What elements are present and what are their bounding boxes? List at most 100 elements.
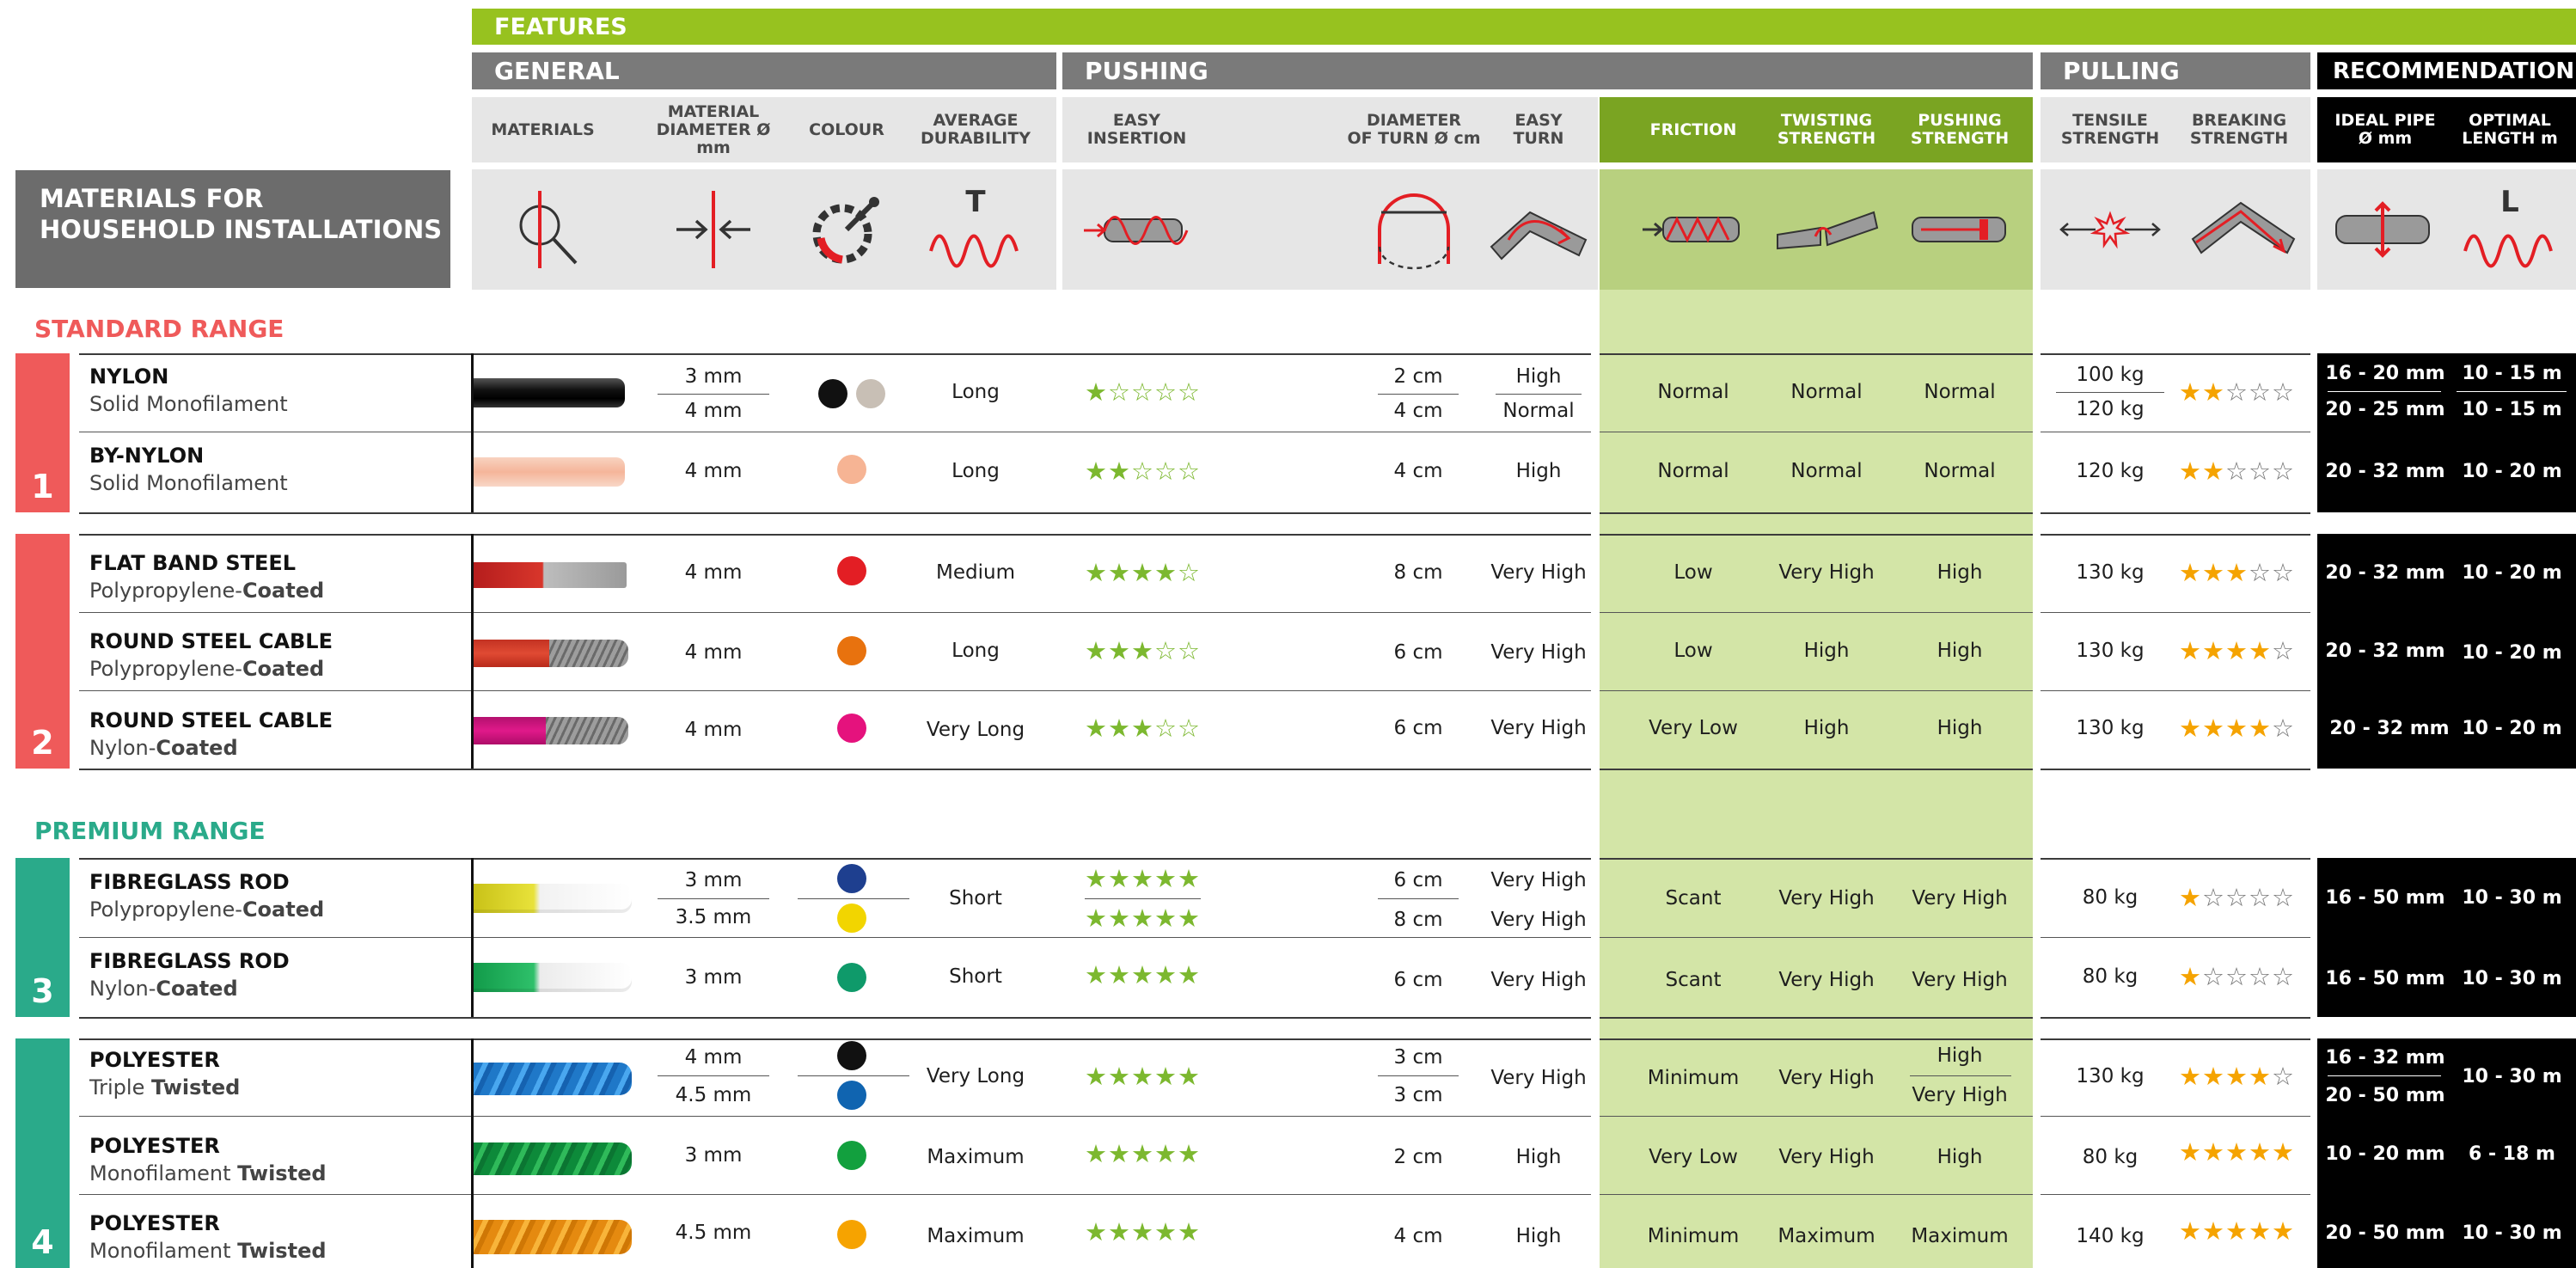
optimal-length-value: 10 - 20 m: [2462, 561, 2562, 584]
star-filled-icon: ★: [2202, 1062, 2225, 1091]
star-filled-icon: ★: [2249, 1216, 2272, 1246]
friction-value: Very Low: [1649, 717, 1738, 739]
star-filled-icon: ★: [1131, 636, 1154, 665]
durability-value: Long: [951, 460, 1000, 482]
star-empty-icon: ☆: [1178, 714, 1201, 743]
durability-wave-icon: T: [920, 169, 1031, 290]
insertion-stars: ★ ★ ★ ★ ☆: [1085, 555, 1201, 590]
star-empty-icon: ☆: [2272, 456, 2295, 486]
star-filled-icon: ★: [2202, 636, 2225, 665]
insertion-stars: ★ ★ ★ ★ ★: [1085, 1215, 1201, 1249]
friction-pipe-icon: [1637, 169, 1749, 290]
material-sub: Polypropylene-Coated: [89, 897, 325, 922]
easy-turn-value: Very High: [1490, 969, 1587, 991]
breaking-stars: ★ ☆ ☆ ☆ ☆: [2179, 959, 2295, 994]
tensile-value: 130 kg: [2076, 640, 2145, 662]
easy-turn-value: Very High: [1490, 1067, 1587, 1089]
star-filled-icon: ★: [2202, 1216, 2225, 1246]
star-empty-icon: ☆: [2249, 558, 2272, 587]
material-name: POLYESTER: [89, 1048, 220, 1072]
star-filled-icon: ★: [1085, 377, 1108, 407]
turn-value: 3 cm: [1393, 1046, 1443, 1069]
star-filled-icon: ★: [1178, 960, 1201, 989]
ideal-pipe-value: 20 - 32 mm: [2325, 460, 2445, 482]
optimal-length-value: 10 - 30 m: [2462, 967, 2562, 989]
twisting-value: Normal: [1790, 460, 1863, 482]
star-filled-icon: ★: [1131, 558, 1154, 587]
breaking-stars: ★ ★ ★ ★ ☆: [2179, 634, 2295, 668]
breaking-stars: ★ ★ ★ ★ ★: [2179, 1214, 2295, 1248]
pushing-strength-band: [1600, 290, 2033, 1268]
easy-turn-value: High: [1515, 460, 1562, 482]
star-empty-icon: ☆: [2272, 377, 2295, 407]
durability-value: Short: [949, 887, 1002, 910]
star-filled-icon: ★: [1085, 904, 1108, 933]
friction-value: Minimum: [1647, 1225, 1740, 1247]
diameter-value: 3 mm: [684, 966, 743, 989]
star-filled-icon: ★: [2179, 1216, 2202, 1246]
pushing-pipe-icon: [1904, 169, 2016, 290]
polymono1-swatch: [474, 1142, 632, 1175]
star-filled-icon: ★: [1085, 1062, 1108, 1091]
star-filled-icon: ★: [1085, 636, 1108, 665]
star-filled-icon: ★: [1108, 558, 1131, 587]
star-filled-icon: ★: [1085, 558, 1108, 587]
pushing-value: High: [1937, 561, 1983, 584]
turn-value: 4 cm: [1393, 460, 1443, 482]
bynylon-swatch: [474, 457, 625, 487]
tensile-value: 120 kg: [2076, 398, 2145, 420]
turn-value: 6 cm: [1393, 717, 1443, 739]
colour-dot-green: [837, 963, 866, 992]
star-filled-icon: ★: [2272, 1137, 2295, 1167]
general-header: GENERAL: [472, 52, 1056, 89]
star-empty-icon: ☆: [1178, 377, 1201, 407]
col-diameter-of-turn: DIAMETER OF TURN Ø cm: [1347, 111, 1481, 148]
optimal-length-value: 10 - 30 m: [2462, 1222, 2562, 1244]
roundny-coating: [474, 717, 546, 744]
polytriple-swatch: [474, 1063, 632, 1095]
group-3-bar: 3: [15, 858, 70, 1017]
tensile-value: 140 kg: [2076, 1225, 2145, 1247]
durability-value: Short: [949, 965, 1002, 988]
tensile-value: 80 kg: [2082, 965, 2139, 988]
twisting-value: Maximum: [1778, 1225, 1875, 1247]
star-filled-icon: ★: [2202, 714, 2225, 743]
star-empty-icon: ☆: [1154, 456, 1178, 486]
colour-dot-black: [818, 379, 847, 408]
twisting-value: Very High: [1778, 561, 1875, 584]
star-filled-icon: ★: [1154, 1139, 1178, 1168]
star-filled-icon: ★: [2225, 558, 2249, 587]
optimal-length-value: 10 - 20 m: [2462, 460, 2562, 482]
tensile-value: 120 kg: [2076, 460, 2145, 482]
turn-diameter-icon: [1354, 169, 1474, 290]
insertion-pipe-icon: [1074, 169, 1203, 290]
star-filled-icon: ★: [1108, 864, 1131, 893]
star-empty-icon: ☆: [2202, 962, 2225, 991]
star-empty-icon: ☆: [1178, 636, 1201, 665]
insertion-stars: ★ ★ ★ ☆ ☆: [1085, 634, 1201, 668]
star-filled-icon: ★: [2202, 1137, 2225, 1167]
pushing-value: Very High: [1912, 969, 2008, 991]
friction-value: Normal: [1657, 460, 1729, 482]
star-filled-icon: ★: [2179, 883, 2202, 912]
star-empty-icon: ☆: [2272, 714, 2295, 743]
pushing-value: Very High: [1912, 1084, 2008, 1106]
easy-turn-value: Very High: [1490, 869, 1587, 891]
twisting-value: High: [1803, 640, 1850, 662]
star-filled-icon: ★: [1178, 1139, 1201, 1168]
optimal-length-value: 10 - 15 m: [2462, 398, 2562, 420]
col-average-durability: AVERAGE DURABILITY: [921, 111, 1031, 148]
star-filled-icon: ★: [1131, 864, 1154, 893]
star-empty-icon: ☆: [1131, 456, 1154, 486]
diameter-value: 3 mm: [684, 1144, 743, 1167]
tensile-value: 130 kg: [2076, 1065, 2145, 1087]
colour-wheel-icon: [795, 169, 898, 290]
col-easy-insertion: EASY INSERTION: [1086, 111, 1187, 148]
star-empty-icon: ☆: [1154, 636, 1178, 665]
friction-value: Scant: [1665, 969, 1722, 991]
durability-value: Long: [951, 381, 1000, 403]
star-filled-icon: ★: [1108, 960, 1131, 989]
turn-value: 4 cm: [1393, 400, 1443, 422]
star-empty-icon: ☆: [2202, 883, 2225, 912]
star-filled-icon: ★: [1131, 1139, 1154, 1168]
